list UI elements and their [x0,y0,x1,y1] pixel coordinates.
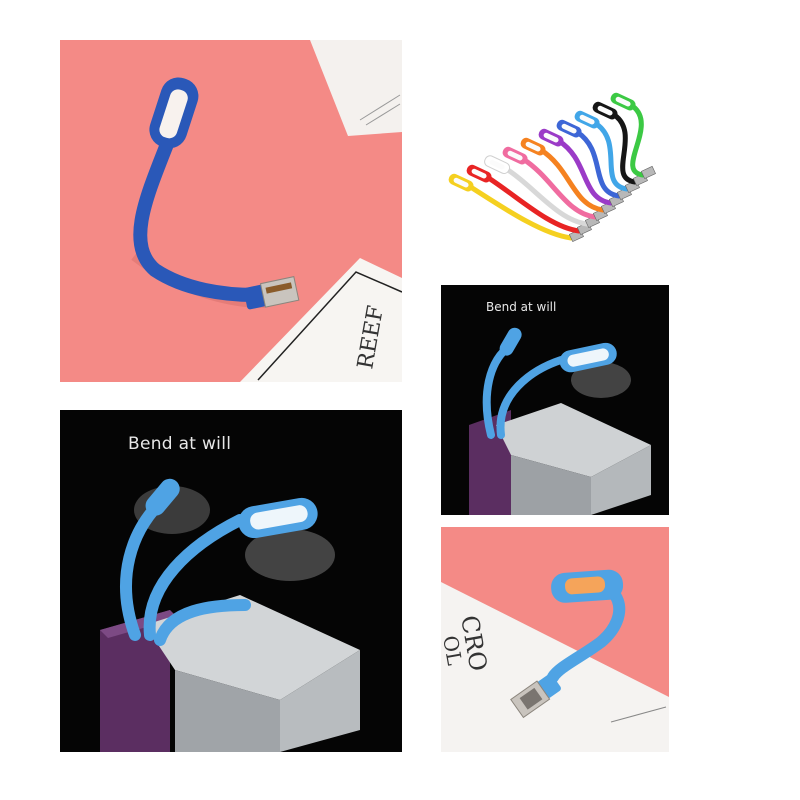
photo-bend-large-image [60,410,402,752]
bend-caption-small: Bend at will [486,300,557,314]
bend-caption-large: Bend at will [128,434,232,454]
photo-blue-lamp-pink: REEF [60,40,402,382]
photo-lightblue-lamp-pink: CRO OL [441,527,669,752]
photo-bend-small-image [441,285,669,515]
photo-bend-large: Bend at will [60,410,402,752]
svg-text:OL: OL [441,634,467,667]
photo-lightblue-lamp-pink-image: CRO OL [441,527,669,752]
photo-color-variants-image [441,70,669,270]
photo-bend-small: Bend at will [441,285,669,515]
photo-color-variants [441,70,669,270]
photo-blue-lamp-pink-image: REEF [60,40,402,382]
